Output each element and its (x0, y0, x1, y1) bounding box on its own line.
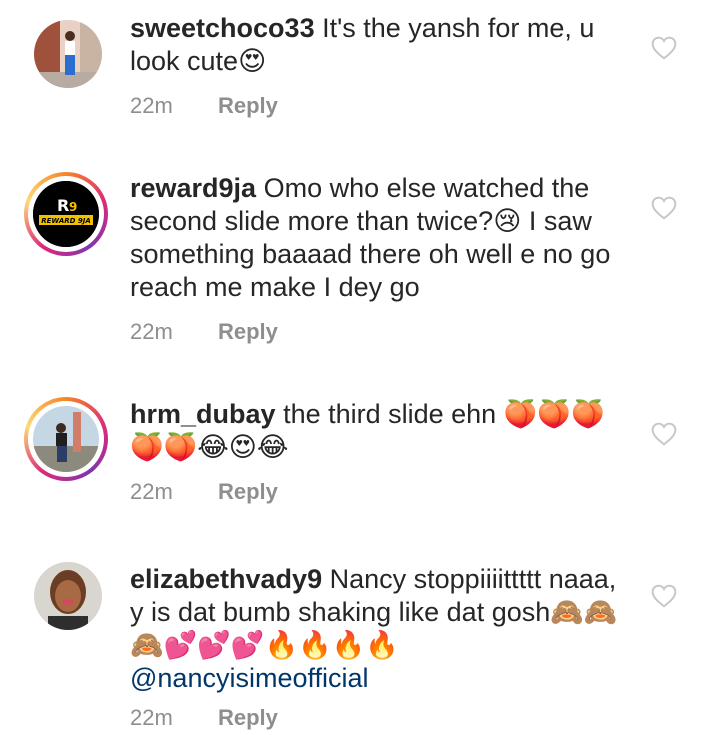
comment-time: 22m (130, 93, 173, 118)
heart-outline-icon[interactable] (651, 196, 677, 220)
comment-time: 22m (130, 705, 173, 730)
avatar[interactable] (24, 397, 108, 481)
reply-button[interactable]: Reply (218, 705, 278, 730)
comment-time: 22m (130, 479, 173, 504)
comment-time: 22m (130, 319, 173, 344)
reply-button[interactable]: Reply (218, 479, 278, 504)
comment-meta: 22m Reply (130, 479, 278, 505)
comment-text: elizabethvady9 Nancy stoppiiiittttt naaa… (130, 563, 630, 695)
comment-meta: 22m Reply (130, 93, 278, 119)
avatar[interactable] (24, 556, 108, 640)
heart-outline-icon[interactable] (651, 422, 677, 446)
svg-text:9: 9 (69, 200, 77, 214)
comment-username[interactable]: sweetchoco33 (130, 13, 315, 43)
reply-button[interactable]: Reply (218, 93, 278, 118)
comment-text: sweetchoco33 It's the yansh for me, u lo… (130, 12, 630, 78)
reply-button[interactable]: Reply (218, 319, 278, 344)
comment-meta: 22m Reply (130, 319, 278, 345)
avatar[interactable]: R 9 REWARD 9JA (24, 172, 108, 256)
svg-text:R: R (57, 196, 69, 215)
reward9ja-logo: R 9 REWARD 9JA (33, 181, 99, 247)
comment-username[interactable]: elizabethvady9 (130, 564, 322, 594)
mention-link[interactable]: @nancyisimeofficial (130, 663, 369, 693)
comment-text: hrm_dubay the third slide ehn 🍑🍑🍑🍑🍑😂😍😂 (130, 398, 630, 464)
comment-meta: 22m Reply (130, 705, 278, 731)
comment-username[interactable]: hrm_dubay (130, 399, 276, 429)
heart-outline-icon[interactable] (651, 36, 677, 60)
comment-username[interactable]: reward9ja (130, 173, 256, 203)
heart-outline-icon[interactable] (651, 584, 677, 608)
logo-text: REWARD 9JA (41, 217, 91, 225)
comment-text: reward9ja Omo who else watched the secon… (130, 172, 630, 304)
avatar[interactable] (24, 14, 108, 98)
